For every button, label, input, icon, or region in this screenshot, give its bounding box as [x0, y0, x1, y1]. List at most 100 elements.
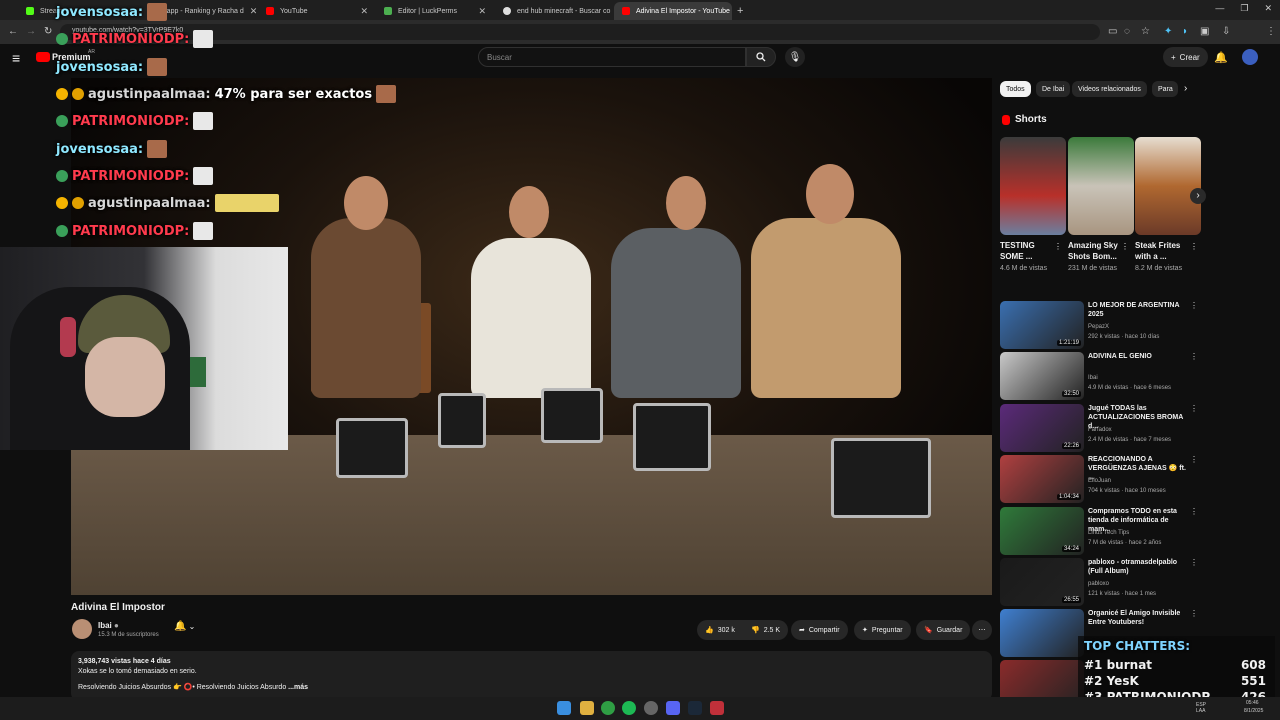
account-avatar[interactable]	[1242, 49, 1258, 65]
tab-search[interactable]: end hub minecraft - Buscar co ✕	[495, 2, 613, 20]
clock-time[interactable]: 05:46	[1246, 700, 1259, 706]
recommended-video[interactable]: 22:26 Jugué TODAS las ACTUALIZACIONES BRO…	[1000, 404, 1198, 452]
url-field[interactable]: youtube.com/watch?v=3TVrP9E7k0	[60, 24, 1100, 40]
extension-icon[interactable]: ✦	[1164, 26, 1172, 37]
recommended-video[interactable]: 26:55 pabloxo - otramasdelpablo (Full Alb…	[1000, 558, 1198, 606]
eye-off-icon[interactable]: ◌	[1124, 26, 1130, 37]
discord-icon[interactable]	[666, 701, 680, 715]
create-button[interactable]: + Crear	[1163, 47, 1208, 67]
voice-search-button[interactable]: 🎙	[785, 47, 805, 67]
tab-adivina-impostor[interactable]: Adivina El Impostor - YouTube ✕	[614, 2, 732, 20]
recommended-video[interactable]: 32:50 ADIVINA EL GENIO Ibai 4.9 M de vistas…	[1000, 352, 1198, 400]
youtube-logo-icon[interactable]	[36, 52, 50, 62]
hamburger-menu-icon[interactable]: ≡	[12, 50, 20, 66]
show-more-link[interactable]: ...más	[288, 684, 308, 691]
video-description[interactable]: 3,938,743 vistas hace 4 días Xokas se lo…	[71, 651, 992, 701]
subscribed-bell-button[interactable]: 🔔 ⌄	[174, 621, 195, 632]
chip-para[interactable]: Para	[1152, 81, 1178, 97]
new-tab-button[interactable]: +	[733, 2, 751, 20]
tab-youtube[interactable]: YouTube ✕	[258, 2, 376, 20]
notifications-bell-icon[interactable]: 🔔	[1214, 51, 1228, 64]
short-thumbnail[interactable]	[1068, 137, 1134, 235]
video-thumbnail[interactable]: 22:26	[1000, 404, 1084, 452]
language-indicator[interactable]: ESP LAA	[1196, 702, 1206, 714]
chip-de-ibai[interactable]: De Ibai	[1036, 81, 1071, 97]
short-menu-icon[interactable]: ⋮	[1054, 242, 1062, 251]
recommended-channel[interactable]: pabloxo	[1088, 579, 1109, 589]
chat-message: jovensosaa:	[56, 140, 168, 158]
more-options-icon[interactable]: ⋮	[1190, 609, 1198, 618]
download-icon[interactable]: ⇩	[1222, 26, 1230, 37]
close-icon[interactable]: ✕	[360, 6, 368, 17]
chip-todos[interactable]: Todos	[1000, 81, 1031, 97]
cast-icon[interactable]: ▭	[1108, 26, 1117, 37]
recommended-title[interactable]: LO MEJOR DE ARGENTINA 2025	[1088, 301, 1188, 319]
chevron-right-icon[interactable]: ›	[1184, 83, 1187, 94]
recommended-title[interactable]: Organicé El Amigo Invisible Entre Youtub…	[1088, 609, 1188, 627]
search-button[interactable]	[746, 47, 776, 67]
ask-button[interactable]: ✦ Preguntar	[854, 620, 911, 640]
video-thumbnail[interactable]: 26:55	[1000, 558, 1084, 606]
reload-icon[interactable]: ↻	[44, 26, 52, 37]
back-icon[interactable]: ←	[8, 26, 18, 37]
maximize-icon[interactable]: ❐	[1240, 3, 1248, 14]
recommended-title[interactable]: ADIVINA EL GENIO	[1088, 352, 1188, 361]
video-thumbnail[interactable]: 1:04:34	[1000, 455, 1084, 503]
forward-icon[interactable]: →	[26, 26, 36, 37]
minimize-icon[interactable]: —	[1215, 3, 1224, 14]
short-title[interactable]: Steak Frites with a ...	[1135, 240, 1195, 262]
channel-avatar[interactable]	[72, 619, 92, 639]
steam-icon[interactable]	[688, 701, 702, 715]
tab-luckperms[interactable]: Editor | LuckPerms ✕	[376, 2, 494, 20]
more-options-icon[interactable]: ⋮	[1190, 558, 1198, 567]
extensions-puzzle-icon[interactable]: ▣	[1200, 26, 1209, 37]
short-menu-icon[interactable]: ⋮	[1121, 242, 1129, 251]
file-explorer-icon[interactable]	[580, 701, 594, 715]
video-thumbnail[interactable]: 1:21:19	[1000, 301, 1084, 349]
video-thumbnail[interactable]: 32:50	[1000, 352, 1084, 400]
short-title[interactable]: Amazing Sky Shots Bom...	[1068, 240, 1128, 262]
recommended-title[interactable]: pabloxo - otramasdelpablo (Full Album)	[1088, 558, 1188, 576]
recommended-video[interactable]: 1:04:34 REACCIONANDO A VERGÜENZAS AJENAS …	[1000, 455, 1198, 503]
save-button[interactable]: 🔖 Guardar	[916, 620, 971, 640]
channel-name[interactable]: Ibai ●	[98, 621, 119, 630]
windows-start-icon[interactable]	[557, 701, 571, 715]
short-thumbnail[interactable]	[1000, 137, 1066, 235]
shorts-next-button[interactable]: ›	[1190, 188, 1206, 204]
short-title[interactable]: TESTING SOME ...	[1000, 240, 1060, 262]
close-icon[interactable]: ✕	[250, 6, 258, 17]
recommended-channel[interactable]: Ibai	[1088, 373, 1098, 383]
spotify-icon[interactable]	[622, 701, 636, 715]
recommended-channel[interactable]: Linus Tech Tips	[1088, 528, 1129, 538]
like-button[interactable]: 👍 302 k	[697, 620, 743, 640]
recommended-video[interactable]: 1:21:19 LO MEJOR DE ARGENTINA 2025 PepazX 2…	[1000, 301, 1198, 349]
recommended-video[interactable]: 34:24 Compramos TODO en esta tienda de in…	[1000, 507, 1198, 555]
obs-icon[interactable]	[710, 701, 724, 715]
star-icon[interactable]: ☆	[1141, 26, 1150, 37]
app-icon[interactable]	[644, 701, 658, 715]
more-options-icon[interactable]: ⋮	[1190, 455, 1198, 464]
more-options-icon[interactable]: ⋮	[1190, 352, 1198, 361]
person-head	[666, 176, 706, 230]
chip-videos-relacionados[interactable]: Videos relacionados	[1072, 81, 1147, 97]
chrome-icon[interactable]	[601, 701, 615, 715]
short-thumbnail[interactable]	[1135, 137, 1201, 235]
more-options-icon[interactable]: ⋮	[1190, 507, 1198, 516]
video-thumbnail[interactable]	[1000, 609, 1084, 657]
close-window-icon[interactable]: ✕	[1264, 3, 1272, 14]
video-thumbnail[interactable]: 34:24	[1000, 507, 1084, 555]
extension-icon[interactable]: ◗	[1182, 26, 1188, 37]
short-menu-icon[interactable]: ⋮	[1190, 242, 1198, 251]
recommended-channel[interactable]: Farfadox	[1088, 425, 1112, 435]
share-button[interactable]: ➦ Compartir	[791, 620, 848, 640]
more-options-icon[interactable]: ⋮	[1190, 404, 1198, 413]
dislike-button[interactable]: 👎 2.5 K	[743, 620, 789, 640]
description-text: Resolviendo Juicios Absurdos 👉 ⭕• Resolv…	[78, 684, 309, 691]
more-actions-button[interactable]: ⋯	[972, 620, 992, 640]
recommended-channel[interactable]: PepazX	[1088, 322, 1109, 332]
close-icon[interactable]: ✕	[478, 6, 486, 17]
recommended-channel[interactable]: ElloJuan	[1088, 476, 1111, 486]
menu-dots-icon[interactable]: ⋮	[1266, 26, 1276, 37]
more-options-icon[interactable]: ⋮	[1190, 301, 1198, 310]
search-input[interactable]: Buscar	[478, 47, 746, 67]
